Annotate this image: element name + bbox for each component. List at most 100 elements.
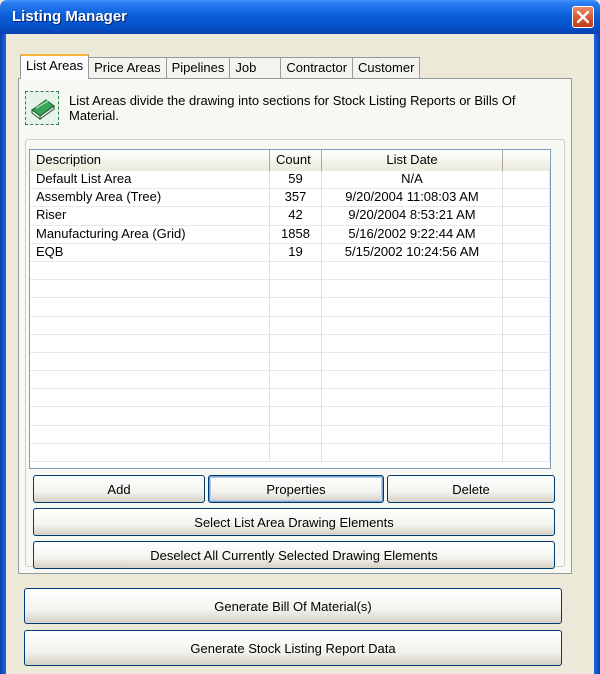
tab-list-areas[interactable]: List Areas [20, 54, 90, 79]
deselect-all-button[interactable]: Deselect All Currently Selected Drawing … [33, 541, 555, 569]
empty-cell [270, 316, 322, 335]
cell-count: 357 [270, 189, 322, 208]
info-text: List Areas divide the drawing into secti… [69, 93, 516, 123]
cell-extra [503, 207, 550, 226]
empty-cell [503, 425, 550, 444]
empty-cell [322, 334, 503, 353]
tab-price-areas[interactable]: Price Areas [88, 57, 167, 79]
cell-description: Assembly Area (Tree) [30, 189, 270, 208]
cell-description: Manufacturing Area (Grid) [30, 225, 270, 244]
column-header-description[interactable]: Description [30, 150, 270, 171]
empty-cell [503, 316, 550, 335]
empty-row [30, 261, 550, 281]
column-header-count[interactable]: Count [270, 150, 322, 171]
empty-cell [503, 371, 550, 390]
cell-count: 19 [270, 243, 322, 262]
empty-cell [322, 425, 503, 444]
cell-description: EQB [30, 243, 270, 262]
empty-cell [270, 261, 322, 280]
empty-cell [270, 298, 322, 317]
table-row[interactable]: EQB 19 5/15/2002 10:24:56 AM [30, 243, 550, 262]
cell-list-date: N/A [322, 171, 503, 189]
cell-count: 1858 [270, 225, 322, 244]
empty-cell [270, 443, 322, 462]
empty-cell [30, 425, 270, 444]
empty-row [30, 316, 550, 335]
cell-extra [503, 171, 550, 189]
empty-cell [322, 298, 503, 317]
empty-row [30, 352, 550, 372]
window-frame-left [0, 34, 6, 674]
empty-row [30, 334, 550, 353]
empty-cell [322, 443, 503, 462]
empty-cell [30, 334, 270, 353]
tab-customer[interactable]: Customer [352, 57, 421, 79]
cell-extra [503, 189, 550, 208]
empty-cell [503, 334, 550, 353]
empty-cell [30, 407, 270, 426]
empty-cell [270, 407, 322, 426]
table-row[interactable]: Default List Area 59 N/A [30, 171, 550, 190]
cell-extra [503, 243, 550, 262]
empty-cell [503, 261, 550, 280]
close-button[interactable] [572, 6, 594, 28]
listview-header: Description Count List Date [30, 150, 550, 171]
add-button[interactable]: Add [33, 475, 205, 503]
empty-cell [270, 371, 322, 390]
empty-cell [503, 443, 550, 462]
empty-row [30, 280, 550, 299]
empty-cell [30, 298, 270, 317]
empty-row [30, 298, 550, 317]
column-header-extra[interactable] [503, 150, 550, 171]
list-areas-listview[interactable]: Description Count List Date Default List… [29, 149, 551, 469]
empty-cell [503, 407, 550, 426]
empty-cell [270, 425, 322, 444]
window-title: Listing Manager [12, 8, 128, 25]
cell-list-date: 9/20/2004 8:53:21 AM [322, 207, 503, 226]
empty-row [30, 371, 550, 390]
table-row[interactable]: Riser 42 9/20/2004 8:53:21 AM [30, 207, 550, 226]
window-frame-right [594, 34, 600, 674]
listview-body: Default List Area 59 N/A Assembly Area (Tre… [30, 171, 550, 462]
tab-job[interactable]: Job [229, 57, 282, 79]
empty-cell [30, 280, 270, 299]
generate-bom-button[interactable]: Generate Bill Of Material(s) [24, 588, 562, 624]
empty-cell [30, 371, 270, 390]
empty-cell [322, 407, 503, 426]
delete-button[interactable]: Delete [387, 475, 555, 503]
cell-extra [503, 225, 550, 244]
book-icon [25, 91, 59, 125]
empty-cell [503, 389, 550, 408]
select-list-area-elements-button[interactable]: Select List Area Drawing Elements [33, 508, 555, 536]
close-icon [576, 10, 590, 24]
cell-description: Default List Area [30, 171, 270, 189]
tab-pipelines[interactable]: Pipelines [165, 57, 231, 79]
empty-cell [270, 352, 322, 371]
empty-cell [30, 389, 270, 408]
properties-button[interactable]: Properties [208, 475, 384, 503]
empty-cell [322, 389, 503, 408]
empty-cell [30, 261, 270, 280]
cell-count: 42 [270, 207, 322, 226]
table-row[interactable]: Manufacturing Area (Grid) 1858 5/16/2002 9… [30, 225, 550, 244]
empty-cell [30, 352, 270, 371]
empty-cell [322, 261, 503, 280]
info-panel: List Areas divide the drawing into secti… [25, 91, 565, 127]
empty-cell [270, 334, 322, 353]
empty-cell [503, 352, 550, 371]
title-bar[interactable]: Listing Manager [0, 0, 600, 34]
table-row[interactable]: Assembly Area (Tree) 357 9/20/2004 11:08:0… [30, 189, 550, 208]
generate-stock-report-button[interactable]: Generate Stock Listing Report Data [24, 630, 562, 666]
empty-cell [503, 280, 550, 299]
empty-cell [322, 371, 503, 390]
empty-cell [30, 443, 270, 462]
empty-cell [270, 389, 322, 408]
empty-row [30, 389, 550, 408]
empty-cell [322, 352, 503, 371]
column-header-list-date[interactable]: List Date [322, 150, 503, 171]
tab-contractor[interactable]: Contractor [280, 57, 354, 79]
cell-list-date: 9/20/2004 11:08:03 AM [322, 189, 503, 208]
empty-row [30, 425, 550, 444]
empty-cell [322, 316, 503, 335]
cell-list-date: 5/16/2002 9:22:44 AM [322, 225, 503, 244]
